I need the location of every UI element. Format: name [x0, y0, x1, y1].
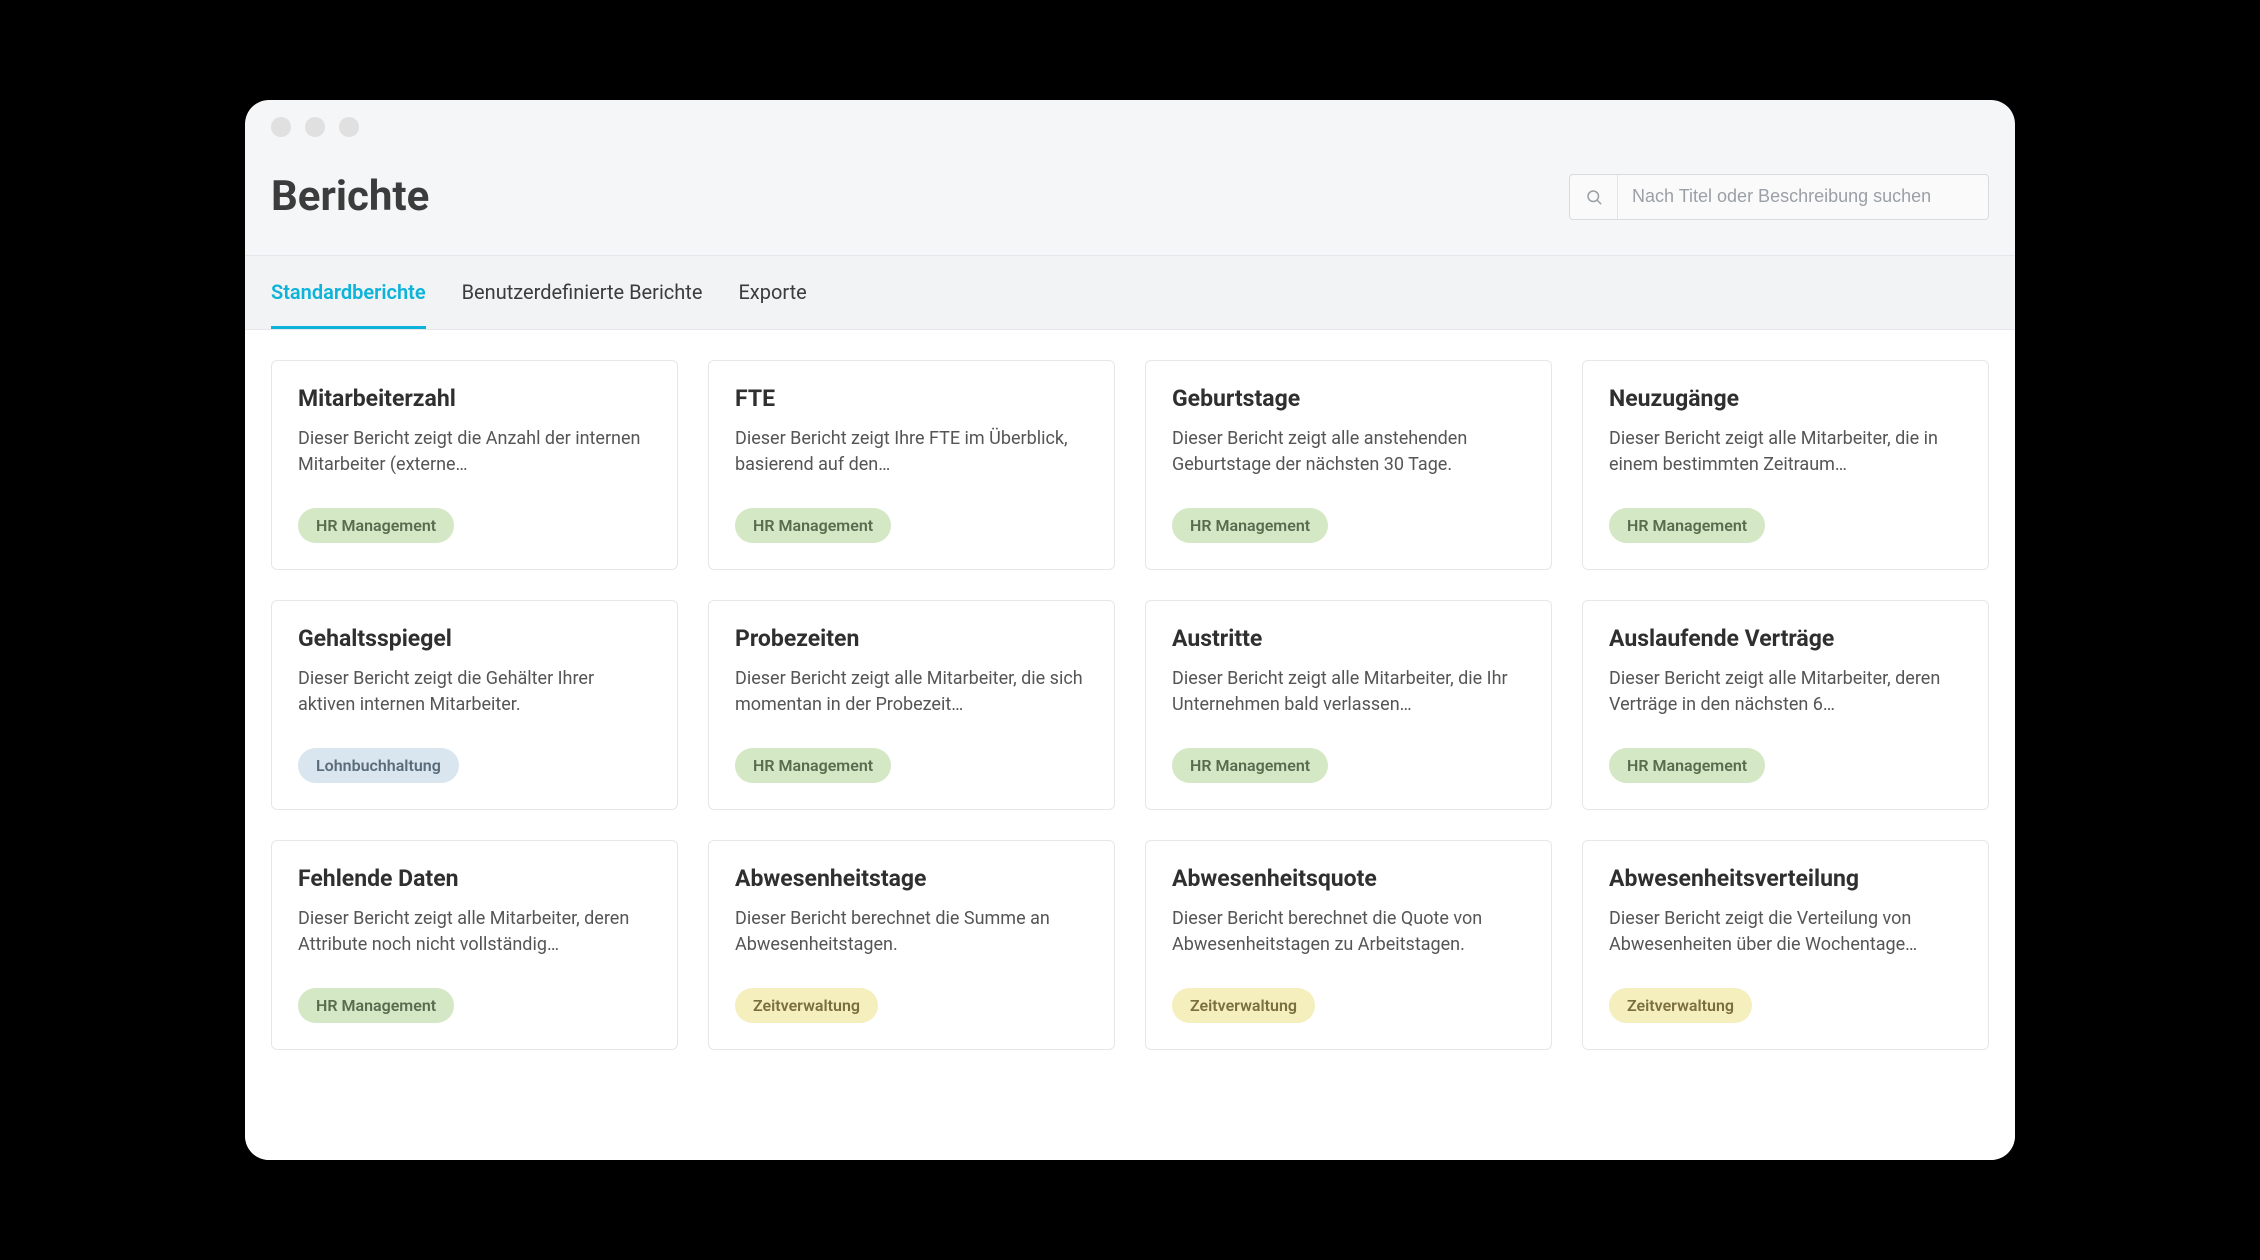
report-card-description: Dieser Bericht zeigt die Verteilung von … — [1609, 906, 1962, 958]
report-card[interactable]: Austritte Dieser Bericht zeigt alle Mitar… — [1145, 600, 1552, 810]
window-control-maximize[interactable] — [339, 117, 359, 137]
search-box[interactable] — [1569, 174, 1989, 220]
report-card-tag: Lohnbuchhaltung — [298, 748, 459, 783]
report-card-tag: HR Management — [298, 988, 454, 1023]
report-card-tag: HR Management — [1609, 508, 1765, 543]
report-card-title: Abwesenheitstage — [735, 865, 1088, 892]
content-area: Mitarbeiterzahl Dieser Bericht zeigt die … — [245, 330, 2015, 1160]
search-input[interactable] — [1618, 175, 1988, 219]
report-card-title: Neuzugänge — [1609, 385, 1962, 412]
report-card-description: Dieser Bericht zeigt Ihre FTE im Überbli… — [735, 426, 1088, 478]
report-card-title: Abwesenheitsquote — [1172, 865, 1525, 892]
page-title: Berichte — [271, 172, 429, 221]
report-card-tag: Zeitverwaltung — [1172, 988, 1315, 1023]
report-card-description: Dieser Bericht zeigt alle Mitarbeiter, d… — [1609, 666, 1962, 718]
report-card-title: Gehaltsspiegel — [298, 625, 651, 652]
tab-bar: Standardberichte Benutzerdefinierte Beric… — [245, 255, 2015, 330]
report-card-title: Probezeiten — [735, 625, 1088, 652]
page-header: Berichte — [245, 154, 2015, 255]
report-card-tag: HR Management — [735, 748, 891, 783]
report-card[interactable]: Neuzugänge Dieser Bericht zeigt alle Mita… — [1582, 360, 1989, 570]
report-card[interactable]: Auslaufende Verträge Dieser Bericht zeigt… — [1582, 600, 1989, 810]
report-card-description: Dieser Bericht berechnet die Quote von A… — [1172, 906, 1525, 958]
report-card-tag: HR Management — [1172, 508, 1328, 543]
report-card-title: FTE — [735, 385, 1088, 412]
report-card-tag: Zeitverwaltung — [735, 988, 878, 1023]
tab-standardberichte[interactable]: Standardberichte — [271, 256, 426, 329]
report-card-description: Dieser Bericht zeigt die Anzahl der inte… — [298, 426, 651, 478]
report-card-title: Mitarbeiterzahl — [298, 385, 651, 412]
tab-benutzerdefinierte-berichte[interactable]: Benutzerdefinierte Berichte — [462, 256, 703, 329]
report-card[interactable]: Gehaltsspiegel Dieser Bericht zeigt die G… — [271, 600, 678, 810]
report-grid: Mitarbeiterzahl Dieser Bericht zeigt die … — [271, 360, 1989, 1050]
report-card[interactable]: Probezeiten Dieser Bericht zeigt alle Mit… — [708, 600, 1115, 810]
report-card-description: Dieser Bericht zeigt alle Mitarbeiter, d… — [298, 906, 651, 958]
report-card[interactable]: Geburtstage Dieser Bericht zeigt alle ans… — [1145, 360, 1552, 570]
report-card[interactable]: Fehlende Daten Dieser Bericht zeigt alle … — [271, 840, 678, 1050]
report-card-title: Geburtstage — [1172, 385, 1525, 412]
report-card[interactable]: Abwesenheitsverteilung Dieser Bericht zei… — [1582, 840, 1989, 1050]
report-card-description: Dieser Bericht zeigt alle Mitarbeiter, d… — [1609, 426, 1962, 478]
report-card-tag: HR Management — [298, 508, 454, 543]
report-card-tag: HR Management — [1609, 748, 1765, 783]
report-card-tag: HR Management — [1172, 748, 1328, 783]
report-card[interactable]: Abwesenheitsquote Dieser Bericht berechne… — [1145, 840, 1552, 1050]
report-card-description: Dieser Bericht zeigt alle Mitarbeiter, d… — [1172, 666, 1525, 718]
report-card-title: Auslaufende Verträge — [1609, 625, 1962, 652]
tab-exporte[interactable]: Exporte — [738, 256, 806, 329]
report-card-title: Austritte — [1172, 625, 1525, 652]
search-icon — [1570, 175, 1618, 219]
report-card[interactable]: Abwesenheitstage Dieser Bericht berechnet… — [708, 840, 1115, 1050]
report-card-description: Dieser Bericht zeigt alle anstehenden Ge… — [1172, 426, 1525, 478]
report-card[interactable]: Mitarbeiterzahl Dieser Bericht zeigt die … — [271, 360, 678, 570]
report-card-description: Dieser Bericht zeigt die Gehälter Ihrer … — [298, 666, 651, 718]
report-card-description: Dieser Bericht berechnet die Summe an Ab… — [735, 906, 1088, 958]
report-card-title: Fehlende Daten — [298, 865, 651, 892]
report-card-description: Dieser Bericht zeigt alle Mitarbeiter, d… — [735, 666, 1088, 718]
report-card[interactable]: FTE Dieser Bericht zeigt Ihre FTE im Über… — [708, 360, 1115, 570]
report-card-tag: Zeitverwaltung — [1609, 988, 1752, 1023]
window-control-minimize[interactable] — [305, 117, 325, 137]
app-window: Berichte Standardberichte Benutzerdefinie… — [245, 100, 2015, 1160]
window-control-close[interactable] — [271, 117, 291, 137]
report-card-title: Abwesenheitsverteilung — [1609, 865, 1962, 892]
report-card-tag: HR Management — [735, 508, 891, 543]
window-titlebar — [245, 100, 2015, 154]
